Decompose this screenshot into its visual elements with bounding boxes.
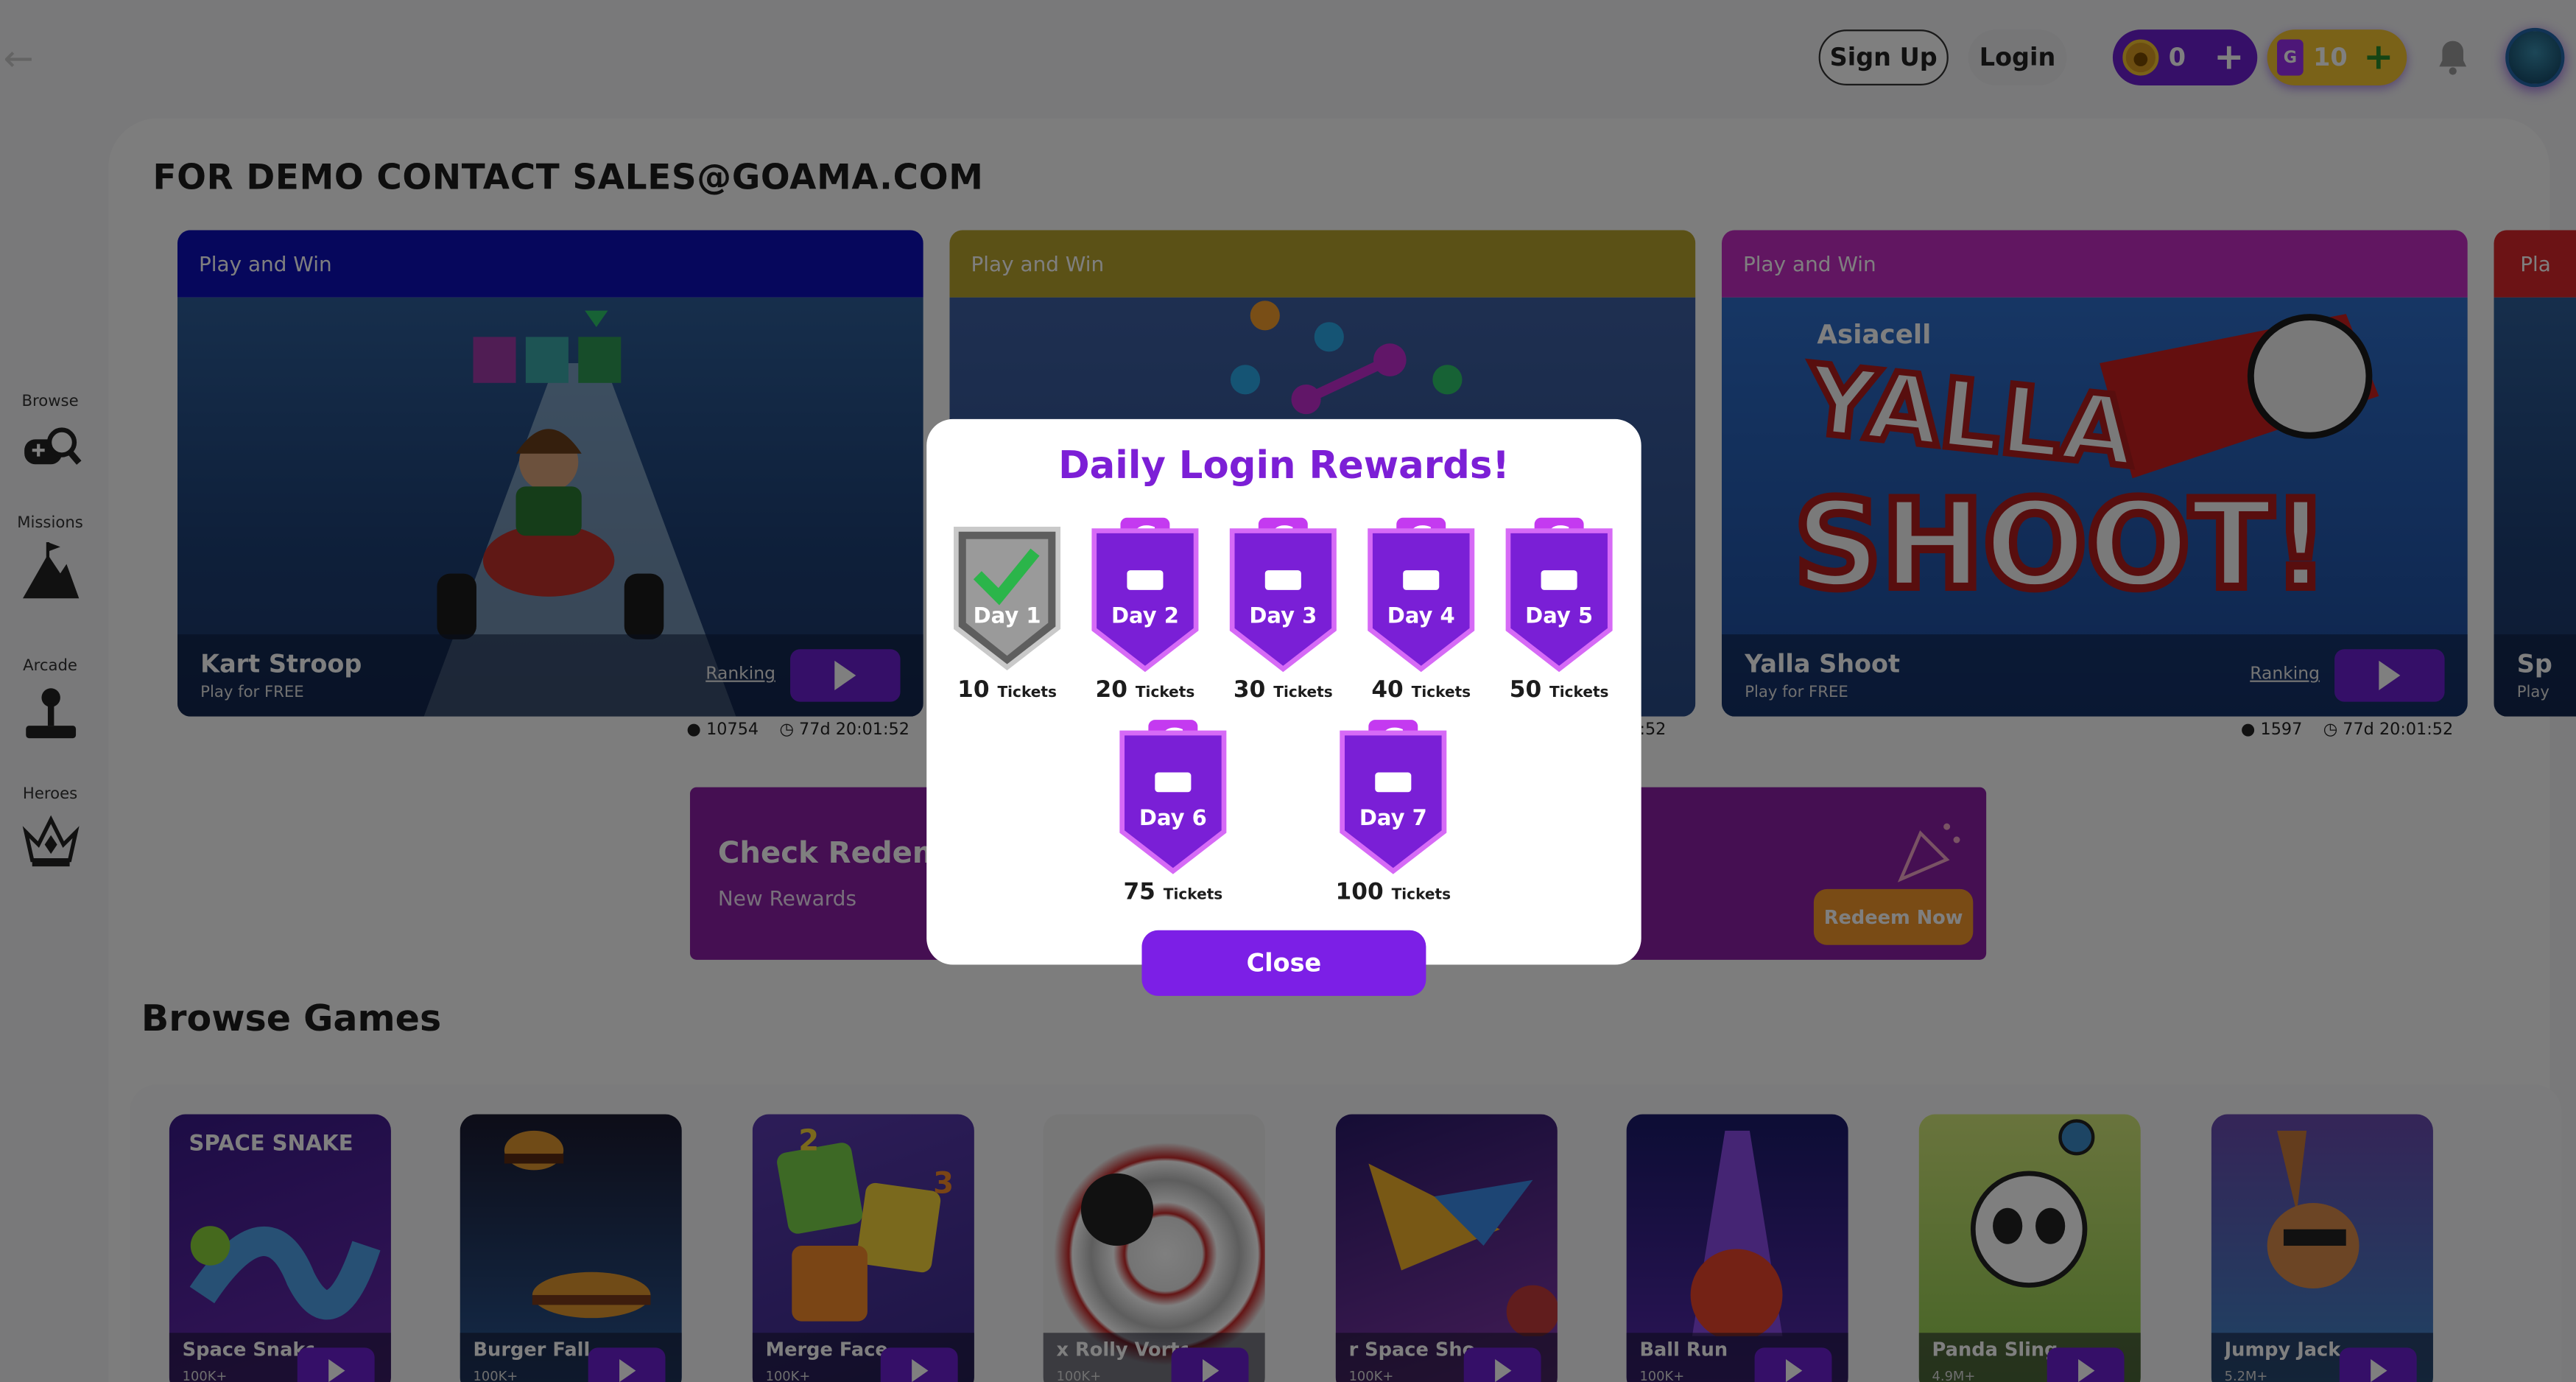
ticket-shield-icon: G Day 3 <box>1229 517 1337 673</box>
reward-amount: 100 Tickets <box>1335 879 1451 906</box>
reward-day-1: Day 1 10 Tickets <box>943 522 1071 704</box>
claimed-shield-icon: Day 1 <box>954 527 1061 670</box>
reward-day-3: G Day 3 30 Tickets <box>1219 514 1347 704</box>
ticket-shield-icon: G Day 2 <box>1091 517 1199 673</box>
close-button[interactable]: Close <box>1141 930 1426 996</box>
viewport: ← Sign Up Login ● 0 + G 10 + Browse <box>0 0 2576 1382</box>
reward-amount: 10 Tickets <box>957 677 1057 704</box>
modal-title: Daily Login Rewards! <box>1058 445 1510 488</box>
reward-amount: 50 Tickets <box>1509 677 1609 704</box>
reward-day-2: G Day 2 20 Tickets <box>1081 514 1209 704</box>
reward-day-label: Day 3 <box>1249 603 1317 628</box>
ticket-shield-icon: G Day 6 <box>1119 720 1227 874</box>
reward-day-label: Day 1 <box>974 603 1041 628</box>
reward-day-label: Day 6 <box>1139 805 1207 830</box>
ticket-shield-icon: G Day 4 <box>1368 517 1475 673</box>
ticket-shield-icon: G Day 7 <box>1340 720 1447 874</box>
reward-amount: 20 Tickets <box>1095 677 1195 704</box>
daily-login-rewards-modal: Daily Login Rewards! Day 1 10 Tickets G … <box>926 418 1641 996</box>
reward-day-label: Day 4 <box>1387 603 1455 628</box>
reward-day-4: G Day 4 40 Tickets <box>1357 514 1485 704</box>
reward-amount: 30 Tickets <box>1233 677 1333 704</box>
ticket-shield-icon: G Day 5 <box>1505 517 1613 673</box>
reward-amount: 40 Tickets <box>1371 677 1471 704</box>
reward-day-label: Day 7 <box>1359 805 1427 830</box>
reward-amount: 75 Tickets <box>1123 879 1223 906</box>
reward-day-label: Day 5 <box>1525 603 1593 628</box>
reward-day-7: G Day 7 100 Tickets <box>1329 717 1457 906</box>
reward-day-label: Day 2 <box>1111 603 1179 628</box>
reward-day-5: G Day 5 50 Tickets <box>1495 514 1623 704</box>
reward-day-6: G Day 6 75 Tickets <box>1109 717 1237 906</box>
